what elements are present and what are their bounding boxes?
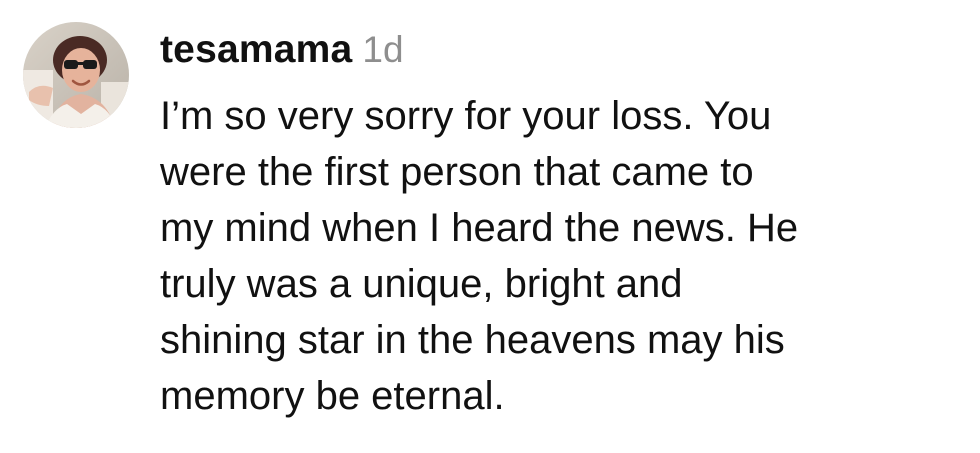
comment-text-line: were the first person that came to xyxy=(160,150,754,194)
comment-text-line: my mind when I heard the news. He xyxy=(160,206,799,250)
avatar[interactable] xyxy=(23,22,129,128)
comment-text-line: shining star in the heavens may his xyxy=(160,318,785,362)
comment-text-line: memory be eternal. xyxy=(160,374,505,418)
user-avatar-photo-icon xyxy=(23,22,129,128)
comment-text-line: I’m so very sorry for your loss. You xyxy=(160,94,772,138)
comment-header: tesamama 1d xyxy=(160,28,404,78)
comment: tesamama 1d I’m so very sorry for your l… xyxy=(0,0,980,453)
timestamp: 1d xyxy=(362,29,404,70)
username-link[interactable]: tesamama xyxy=(160,28,352,72)
comment-text: I’m so very sorry for your loss. You wer… xyxy=(160,88,960,424)
comment-text-line: truly was a unique, bright and xyxy=(160,262,683,306)
